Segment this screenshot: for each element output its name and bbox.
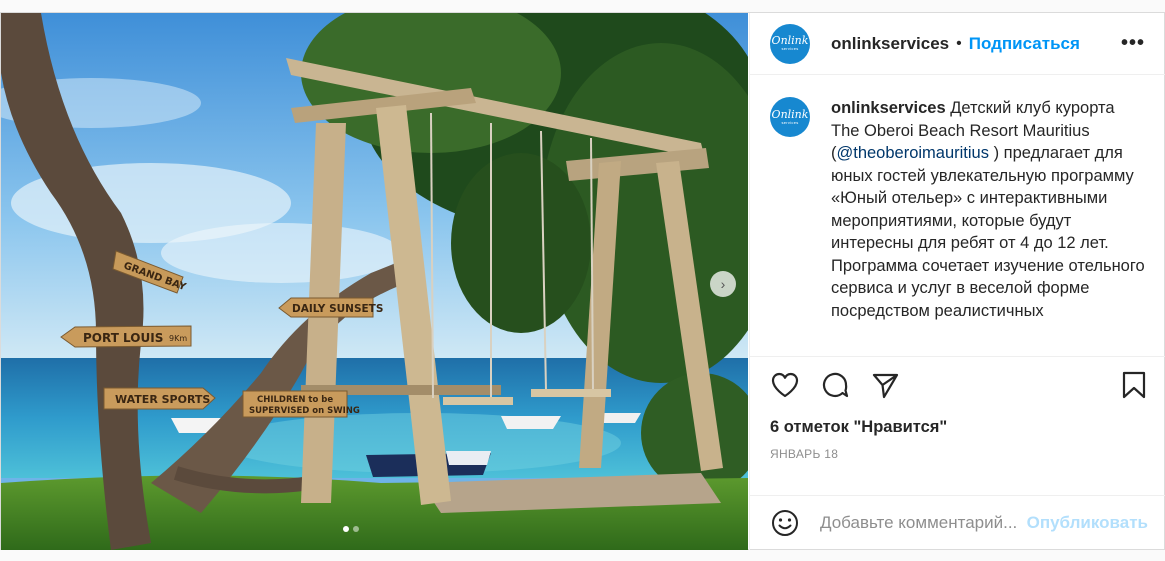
like-button[interactable] <box>770 370 800 400</box>
avatar-logo-text: Onlink <box>771 34 809 47</box>
bookmark-icon <box>1122 371 1146 399</box>
next-image-button[interactable]: › <box>710 271 736 297</box>
avatar-logo-subtext: services <box>781 119 799 125</box>
smiley-icon <box>772 510 798 536</box>
avatar-logo-subtext: services <box>781 46 799 51</box>
sign-port-louis: PORT LOUIS 9Km <box>60 325 192 348</box>
post-sidebar: Onlink services onlinkservices • Подписа… <box>749 13 1165 550</box>
comment-form: Добавьте комментарий... Опубликовать <box>750 495 1165 550</box>
action-bar <box>750 357 1165 413</box>
sign-children-line1: CHILDREN to be <box>257 395 333 405</box>
chevron-right-icon: › <box>720 276 726 292</box>
carousel-dot <box>343 526 349 532</box>
emoji-button[interactable] <box>770 508 800 538</box>
share-button[interactable] <box>870 370 900 400</box>
sign-water-sports: WATER SPORTS <box>103 387 216 410</box>
sign-port-louis-text: PORT LOUIS <box>83 331 163 345</box>
sign-children-line2: SUPERVISED on SWING <box>249 406 360 416</box>
paper-plane-icon <box>872 373 899 399</box>
caption-username[interactable]: onlinkservices <box>831 99 946 117</box>
caption-section: Onlink services onlinkservices Детский к… <box>750 75 1165 357</box>
comment-button[interactable] <box>820 370 850 400</box>
caption-text-part3: Программа сочетает изучение отельного се… <box>831 256 1145 320</box>
post-card: GRAND BAY DAILY SUNSETS PORT LOUIS 9Km W… <box>0 12 1165 550</box>
caption-mention-link[interactable]: @theoberoimauritius <box>837 144 990 162</box>
more-icon[interactable]: ••• <box>1121 32 1145 55</box>
sign-port-louis-distance: 9Km <box>169 334 187 343</box>
header-separator: • <box>956 34 962 52</box>
sign-daily-sunsets: DAILY SUNSETS <box>278 297 383 318</box>
post-image[interactable]: GRAND BAY DAILY SUNSETS PORT LOUIS 9Km W… <box>1 13 748 550</box>
heart-icon <box>771 372 799 398</box>
caption-avatar[interactable]: Onlink services <box>770 97 810 137</box>
save-button[interactable] <box>1119 370 1149 400</box>
sign-water-sports-text: WATER SPORTS <box>115 393 210 406</box>
avatar[interactable]: Onlink services <box>770 23 810 64</box>
likes-count[interactable]: 6 отметок "Нравится" <box>750 413 1165 441</box>
carousel-dot <box>353 526 359 532</box>
header-username[interactable]: onlinkservices <box>831 34 949 54</box>
follow-button[interactable]: Подписаться <box>969 34 1080 54</box>
comment-icon <box>822 372 849 398</box>
comment-input[interactable]: Добавьте комментарий... <box>820 513 1027 533</box>
caption-text: onlinkservices Детский клуб курорта The … <box>831 97 1145 356</box>
carousel-indicator <box>343 526 359 532</box>
post-header: Onlink services onlinkservices • Подписа… <box>750 13 1165 75</box>
publish-button[interactable]: Опубликовать <box>1027 513 1148 533</box>
avatar-logo-text: Onlink <box>771 107 809 121</box>
sign-daily-sunsets-text: DAILY SUNSETS <box>292 303 383 315</box>
beach-swing-photo: GRAND BAY DAILY SUNSETS PORT LOUIS 9Km W… <box>1 13 748 550</box>
sign-children-supervised: CHILDREN to be SUPERVISED on SWING <box>242 390 360 418</box>
post-date[interactable]: ЯНВАРЬ 18 <box>750 447 1165 461</box>
